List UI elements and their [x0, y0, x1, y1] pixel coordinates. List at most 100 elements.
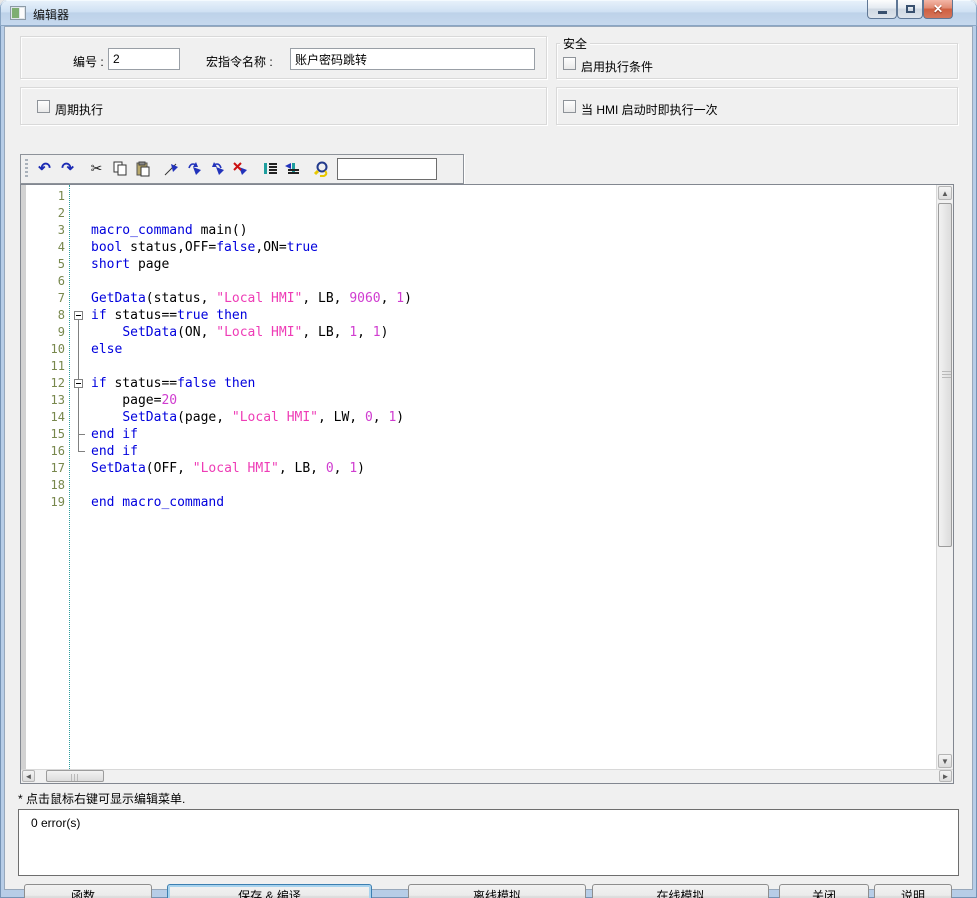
code-text: short page [91, 256, 169, 273]
code-area[interactable]: 123macro_command main()4bool status,OFF=… [21, 185, 936, 769]
code-line[interactable]: 13 page=20 [21, 392, 936, 409]
vertical-scrollbar[interactable]: ▲ ▼ [936, 185, 953, 769]
fold-marker [71, 443, 88, 460]
code-line[interactable]: 14 SetData(page, "Local HMI", LW, 0, 1) [21, 409, 936, 426]
code-line[interactable]: 19 end macro_command [21, 494, 936, 511]
macro-name-label: 宏指令名称 : [206, 53, 273, 70]
find-button[interactable] [310, 158, 333, 180]
code-line[interactable]: 17SetData(OFF, "Local HMI", LB, 0, 1) [21, 460, 936, 477]
line-number: 8 [21, 307, 65, 324]
indent-button[interactable] [258, 158, 281, 180]
line-number: 1 [21, 188, 65, 205]
fold-marker[interactable] [71, 307, 88, 324]
code-line[interactable]: 1 [21, 188, 936, 205]
copy-icon [112, 161, 128, 177]
cut-button[interactable]: ✂ [85, 158, 108, 180]
undo-icon: ↶ [38, 160, 51, 178]
code-line[interactable]: 6 [21, 273, 936, 290]
editor-toolbar: ↶ ↷ ✂ [20, 154, 464, 184]
fold-marker[interactable] [71, 375, 88, 392]
macro-id-input[interactable] [108, 48, 180, 70]
line-number: 13 [21, 392, 65, 409]
search-input[interactable] [337, 158, 437, 180]
horizontal-scroll-thumb[interactable] [46, 770, 104, 782]
minimize-button[interactable] [867, 0, 897, 19]
bookmark-next-icon [186, 161, 203, 177]
error-count-text: 0 error(s) [31, 816, 80, 830]
fold-marker [71, 358, 88, 375]
undo-button[interactable]: ↶ [33, 158, 56, 180]
security-group-label: 安全 [560, 35, 590, 52]
code-text: SetData(page, "Local HMI", LW, 0, 1) [91, 409, 404, 426]
code-text: end if [91, 443, 138, 460]
periodic-checkbox[interactable] [37, 100, 50, 113]
vertical-scroll-thumb[interactable] [938, 203, 952, 547]
bookmark-next-button[interactable] [183, 158, 206, 180]
editor-window: 编辑器 ✕ 编号 : 宏指令名称 : 安全 启用执行条件 周期执行 当 HMI … [0, 0, 977, 898]
code-line[interactable]: 18 [21, 477, 936, 494]
scroll-up-button[interactable]: ▲ [938, 186, 952, 200]
functions-button[interactable]: 函数... [24, 884, 152, 898]
macro-name-input[interactable] [290, 48, 535, 70]
scroll-left-button[interactable]: ◄ [22, 770, 35, 782]
line-number: 14 [21, 409, 65, 426]
title-bar[interactable]: 编辑器 ✕ [0, 0, 977, 26]
code-line[interactable]: 9 SetData(ON, "Local HMI", LB, 1, 1) [21, 324, 936, 341]
code-line[interactable]: 3macro_command main() [21, 222, 936, 239]
help-button[interactable]: 说明 [874, 884, 952, 898]
offline-sim-button[interactable]: 离线模拟 [408, 884, 586, 898]
line-number: 11 [21, 358, 65, 375]
bookmark-clear-button[interactable] [229, 158, 252, 180]
code-line[interactable]: 4bool status,OFF=false,ON=true [21, 239, 936, 256]
bookmark-toggle-button[interactable] [160, 158, 183, 180]
code-line[interactable]: 8 if status==true then [21, 307, 936, 324]
window-title: 编辑器 [33, 6, 69, 23]
scroll-right-button[interactable]: ► [939, 770, 952, 782]
line-number: 15 [21, 426, 65, 443]
macro-code-editor[interactable]: 123macro_command main()4bool status,OFF=… [20, 184, 954, 784]
maximize-button[interactable] [897, 0, 923, 19]
save-compile-button[interactable]: 保存 & 编译 [167, 884, 372, 898]
toolbar-grip[interactable] [25, 159, 28, 179]
code-text: GetData(status, "Local HMI", LB, 9060, 1… [91, 290, 412, 307]
horizontal-scrollbar[interactable]: ◄ ► [21, 769, 953, 783]
code-text: end macro_command [91, 494, 224, 511]
code-text: end if [91, 426, 138, 443]
scroll-down-button[interactable]: ▼ [938, 754, 952, 768]
outdent-icon [284, 161, 301, 177]
redo-button[interactable]: ↷ [56, 158, 79, 180]
code-line[interactable]: 11 [21, 358, 936, 375]
app-icon [10, 6, 26, 20]
line-number: 19 [21, 494, 65, 511]
fold-marker [71, 341, 88, 358]
line-number: 9 [21, 324, 65, 341]
code-line[interactable]: 10else [21, 341, 936, 358]
code-line[interactable]: 15 end if [21, 426, 936, 443]
code-line[interactable]: 2 [21, 205, 936, 222]
line-number: 5 [21, 256, 65, 273]
code-line[interactable]: 16end if [21, 443, 936, 460]
code-line[interactable]: 5 short page [21, 256, 936, 273]
copy-button[interactable] [108, 158, 131, 180]
cut-icon: ✂ [91, 160, 103, 178]
paste-button[interactable] [131, 158, 154, 180]
dialog-client-area: 编号 : 宏指令名称 : 安全 启用执行条件 周期执行 当 HMI 启动时即执行… [4, 26, 973, 890]
indent-icon [262, 161, 278, 177]
code-line[interactable]: 7 GetData(status, "Local HMI", LB, 9060, … [21, 290, 936, 307]
find-icon [313, 161, 331, 178]
close-button[interactable]: ✕ [923, 0, 953, 19]
line-number: 7 [21, 290, 65, 307]
enable-condition-checkbox[interactable] [563, 57, 576, 70]
bookmark-prev-button[interactable] [206, 158, 229, 180]
online-sim-button[interactable]: 在线模拟 [592, 884, 769, 898]
code-text: if status==true then [91, 307, 248, 324]
close-dialog-button[interactable]: 关闭 [779, 884, 869, 898]
run-on-startup-label: 当 HMI 启动时即执行一次 [581, 101, 718, 118]
security-panel: 启用执行条件 [556, 43, 958, 79]
bookmark-toggle-icon [163, 161, 180, 177]
run-on-startup-checkbox[interactable] [563, 100, 576, 113]
code-line[interactable]: 12if status==false then [21, 375, 936, 392]
code-text: SetData(OFF, "Local HMI", LB, 0, 1) [91, 460, 365, 477]
code-text: macro_command main() [91, 222, 248, 239]
outdent-button[interactable] [281, 158, 304, 180]
